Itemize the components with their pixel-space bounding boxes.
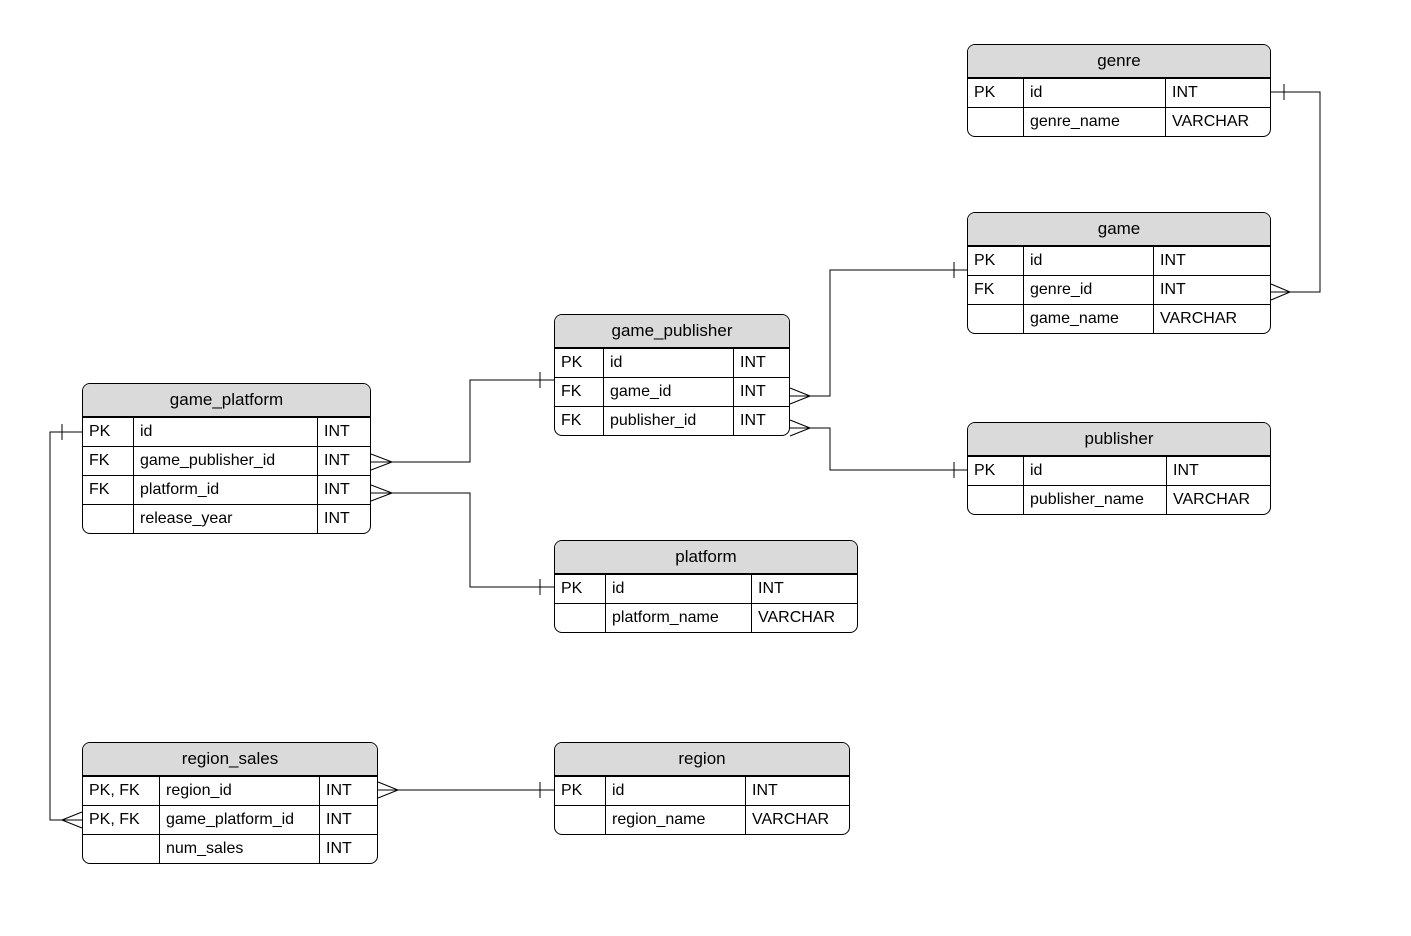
col-name: id [1023, 78, 1165, 107]
col-type: INT [317, 417, 370, 446]
col-key: PK [83, 417, 133, 446]
col-type: INT [317, 504, 370, 533]
col-type: INT [1165, 78, 1270, 107]
col-type: INT [1153, 246, 1270, 275]
col-name: id [605, 574, 751, 603]
col-name: platform_id [133, 475, 317, 504]
col-type: INT [751, 574, 857, 603]
col-key: PK [968, 456, 1023, 485]
col-name: game_platform_id [159, 805, 319, 834]
col-name: publisher_id [603, 406, 733, 435]
col-key: PK [968, 246, 1023, 275]
col-type: VARCHAR [745, 805, 849, 834]
entity-region-sales: region_sales PK, FK region_id INT PK, FK… [82, 742, 378, 864]
col-key [968, 107, 1023, 136]
col-name: game_name [1023, 304, 1153, 333]
col-key [83, 834, 159, 863]
col-type: INT [733, 377, 789, 406]
col-name: game_publisher_id [133, 446, 317, 475]
col-name: region_id [159, 776, 319, 805]
col-key [968, 485, 1023, 514]
entity-title: platform [555, 541, 857, 574]
col-key: FK [968, 275, 1023, 304]
col-name: num_sales [159, 834, 319, 863]
col-type: VARCHAR [751, 603, 857, 632]
col-name: genre_id [1023, 275, 1153, 304]
entity-title: publisher [968, 423, 1270, 456]
entity-publisher: publisher PK id INT publisher_name VARCH… [967, 422, 1271, 515]
col-name: id [605, 776, 745, 805]
col-type: INT [317, 475, 370, 504]
col-name: id [133, 417, 317, 446]
entity-title: genre [968, 45, 1270, 78]
entity-game-platform: game_platform PK id INT FK game_publishe… [82, 383, 371, 534]
entity-genre: genre PK id INT genre_name VARCHAR [967, 44, 1271, 137]
col-type: INT [1166, 456, 1270, 485]
col-key [555, 603, 605, 632]
col-name: id [1023, 456, 1166, 485]
col-key: PK, FK [83, 805, 159, 834]
col-key [83, 504, 133, 533]
entity-game-publisher: game_publisher PK id INT FK game_id INT … [554, 314, 790, 436]
col-name: region_name [605, 805, 745, 834]
col-key: PK [555, 574, 605, 603]
col-key: FK [555, 406, 603, 435]
entity-game: game PK id INT FK genre_id INT game_name… [967, 212, 1271, 334]
col-type: INT [745, 776, 849, 805]
col-key [968, 304, 1023, 333]
col-name: genre_name [1023, 107, 1165, 136]
col-key [555, 805, 605, 834]
entity-title: game [968, 213, 1270, 246]
col-type: VARCHAR [1166, 485, 1270, 514]
entity-region: region PK id INT region_name VARCHAR [554, 742, 850, 835]
col-name: publisher_name [1023, 485, 1166, 514]
col-key: PK [968, 78, 1023, 107]
col-key: FK [83, 446, 133, 475]
col-key: FK [83, 475, 133, 504]
col-name: id [603, 348, 733, 377]
col-name: id [1023, 246, 1153, 275]
col-key: PK, FK [83, 776, 159, 805]
entity-platform: platform PK id INT platform_name VARCHAR [554, 540, 858, 633]
col-type: INT [319, 776, 377, 805]
entity-title: game_platform [83, 384, 370, 417]
col-key: FK [555, 377, 603, 406]
col-key: PK [555, 348, 603, 377]
entity-title: region [555, 743, 849, 776]
col-key: PK [555, 776, 605, 805]
col-type: INT [733, 406, 789, 435]
col-type: VARCHAR [1153, 304, 1270, 333]
col-type: INT [317, 446, 370, 475]
col-name: game_id [603, 377, 733, 406]
entity-title: region_sales [83, 743, 377, 776]
col-type: INT [319, 805, 377, 834]
col-name: release_year [133, 504, 317, 533]
col-type: VARCHAR [1165, 107, 1270, 136]
col-type: INT [319, 834, 377, 863]
col-name: platform_name [605, 603, 751, 632]
col-type: INT [1153, 275, 1270, 304]
entity-title: game_publisher [555, 315, 789, 348]
col-type: INT [733, 348, 789, 377]
